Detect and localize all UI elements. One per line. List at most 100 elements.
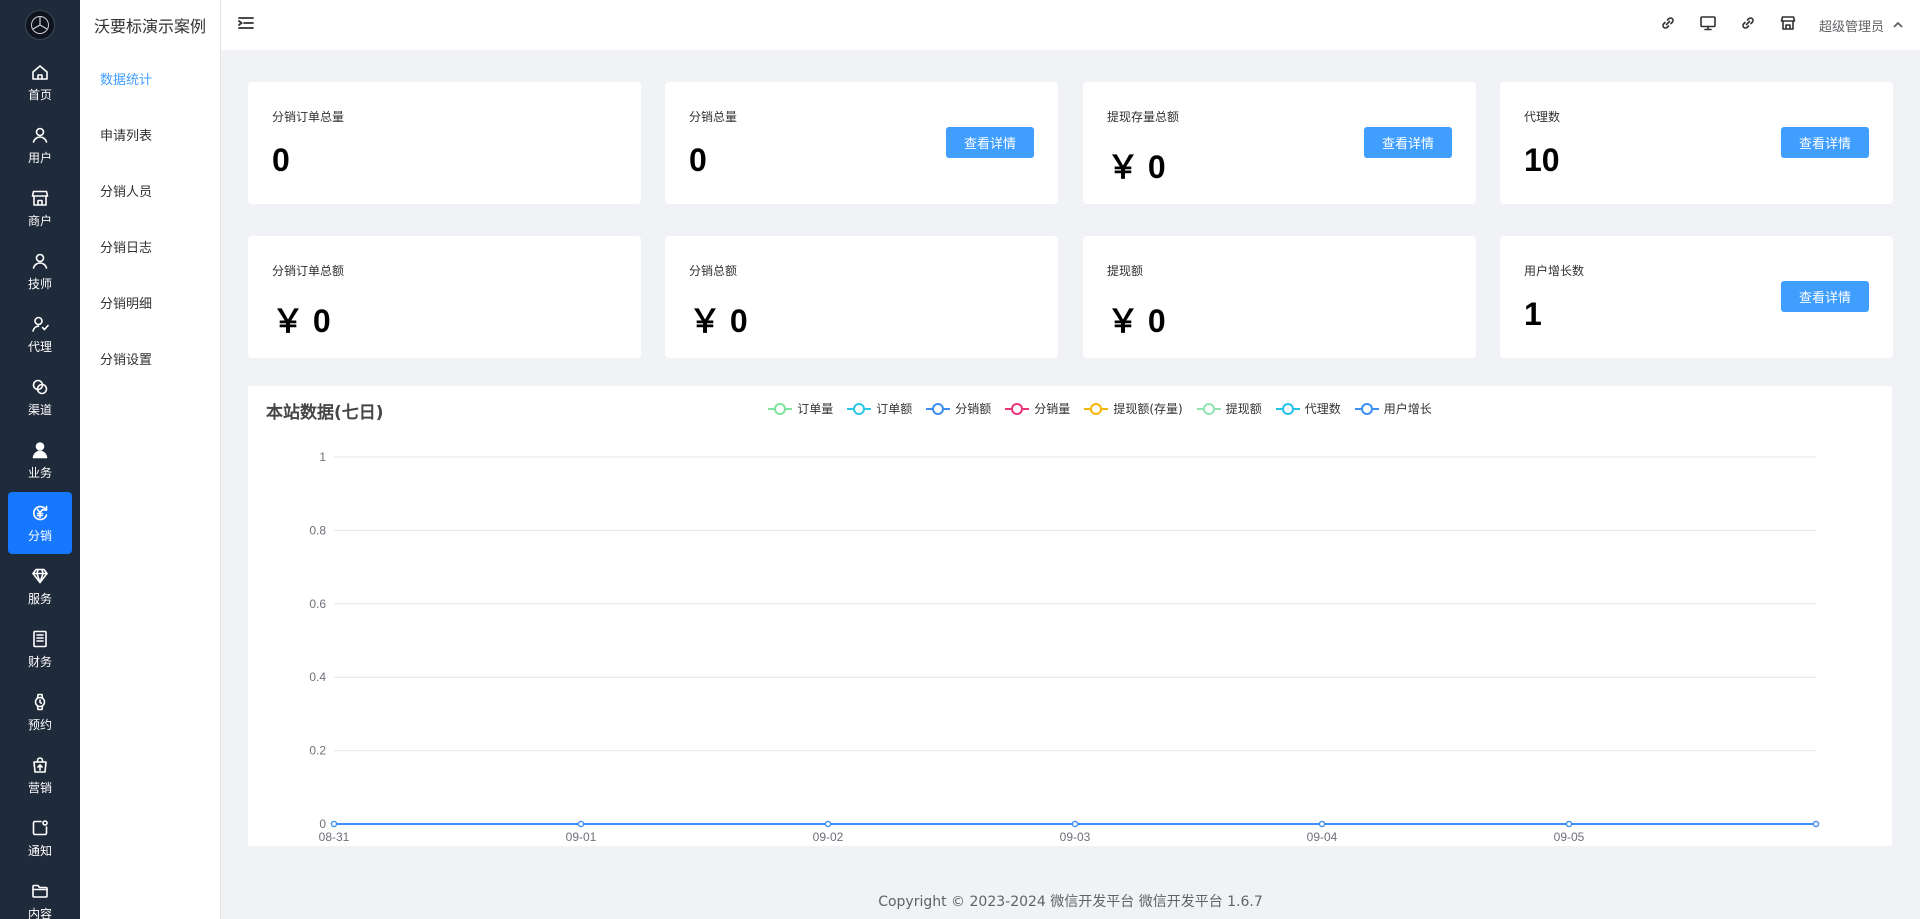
legend-label: 代理数 xyxy=(1304,402,1341,416)
link-icon xyxy=(1742,17,1754,29)
rail-item-channel[interactable]: 渠道 xyxy=(8,366,72,428)
stat-value: 0 xyxy=(272,142,290,178)
legend-marker xyxy=(1275,402,1300,415)
line-chart: 0 0.2 0.4 0.6 0.8 1 08-31 09-01 09-02 09-03 09-04 0… xyxy=(309,450,1834,846)
rail-item-label: 商户 xyxy=(27,213,52,228)
y-tick-label: 0.8 xyxy=(309,523,326,537)
rail-item-label: 营销 xyxy=(27,780,52,795)
yen-cycle-icon xyxy=(33,505,48,520)
stat-card: 分销总量 0 查看详情 xyxy=(665,82,1058,204)
legend-label: 订单额 xyxy=(876,402,913,416)
person-filled-icon xyxy=(32,441,48,458)
data-point xyxy=(824,820,832,828)
stat-card: 分销订单总量 0 xyxy=(248,82,641,204)
submenu-item[interactable]: 分销人员 xyxy=(80,162,220,218)
submenu-item[interactable]: 分销日志 xyxy=(80,218,220,274)
stat-card: 提现存量总额 ￥ 0 查看详情 xyxy=(1083,82,1476,204)
legend-label: 提现额 xyxy=(1225,402,1262,416)
view-details-button[interactable]: 查看详情 xyxy=(1781,281,1869,312)
rail-item-booking[interactable]: 预约 xyxy=(8,681,72,743)
rail-item-notice[interactable]: 通知 xyxy=(8,807,72,869)
legend-item[interactable]: 用户增长 xyxy=(1354,400,1432,417)
view-details-button[interactable]: 查看详情 xyxy=(1781,127,1869,158)
legend-label: 分销量 xyxy=(1034,402,1071,416)
stat-label: 分销订单总量 xyxy=(272,110,345,124)
rail-item-label: 业务 xyxy=(27,465,52,480)
rail-item-distribution[interactable]: 分销 xyxy=(8,492,72,554)
collapse-menu-button[interactable] xyxy=(237,14,255,36)
store-icon xyxy=(1780,16,1796,30)
app-title: 沃要标演示案例 xyxy=(94,17,207,36)
rail-item-label: 通知 xyxy=(27,843,52,858)
legend-item[interactable]: 分销量 xyxy=(1005,400,1070,417)
x-tick-label: 09-01 xyxy=(566,830,597,844)
rail-item-content[interactable]: 内容 xyxy=(8,870,72,919)
rail-item-label: 预约 xyxy=(27,717,52,732)
submenu-item[interactable]: 分销明细 xyxy=(80,274,220,330)
legend-marker xyxy=(847,402,872,415)
rail-item-marketing[interactable]: 营销 xyxy=(8,744,72,806)
rail-item-business[interactable]: 业务 xyxy=(8,429,72,491)
data-point xyxy=(1565,820,1573,828)
ledger-icon xyxy=(33,630,47,647)
submenu-item[interactable]: 分销设置 xyxy=(80,330,220,386)
rail-item-finance[interactable]: 财务 xyxy=(8,618,72,680)
stat-label: 提现额 xyxy=(1107,264,1144,278)
stat-card: 用户增长数 1 查看详情 xyxy=(1500,236,1893,358)
x-tick-label: 09-04 xyxy=(1307,830,1338,844)
rail-item-user[interactable]: 用户 xyxy=(8,114,72,176)
y-tick-label: 0.2 xyxy=(309,744,326,758)
rail-item-agent[interactable]: 代理 xyxy=(8,303,72,365)
y-tick-label: 0.4 xyxy=(309,670,326,684)
legend-item[interactable]: 分销额 xyxy=(926,400,991,417)
chart-legend: 订单量 订单额 分销额 分销量 提现额(存量) 提现额 代理数 用户增长 xyxy=(248,400,1892,417)
store-icon xyxy=(31,190,49,206)
chevron-up-icon xyxy=(1893,21,1903,28)
submenu-item[interactable]: 数据统计 xyxy=(80,50,220,106)
legend-marker xyxy=(1196,402,1221,415)
user-menu[interactable]: 超级管理员 xyxy=(1819,16,1904,35)
rail-item-technician[interactable]: 技师 xyxy=(8,240,72,302)
legend-marker xyxy=(768,402,793,415)
view-details-button[interactable]: 查看详情 xyxy=(1364,127,1452,158)
legend-marker xyxy=(1005,402,1030,415)
y-tick-label: 1 xyxy=(319,450,326,464)
stat-value: ￥ 0 xyxy=(272,303,331,339)
stat-label: 用户增长数 xyxy=(1524,264,1585,278)
folder-icon xyxy=(32,884,48,898)
rail-item-home[interactable]: 首页 xyxy=(8,51,72,113)
legend-item[interactable]: 订单额 xyxy=(847,400,912,417)
legend-item[interactable]: 订单量 xyxy=(768,400,833,417)
submenu-item[interactable]: 申请列表 xyxy=(80,106,220,162)
rail-item-service[interactable]: 服务 xyxy=(8,555,72,617)
link-circles-icon xyxy=(32,379,48,394)
stat-card: 分销订单总额 ￥ 0 xyxy=(248,236,641,358)
x-tick-label: 09-03 xyxy=(1060,830,1091,844)
stat-card: 分销总额 ￥ 0 xyxy=(665,236,1058,358)
diamond-icon xyxy=(32,568,48,583)
view-details-button[interactable]: 查看详情 xyxy=(946,127,1034,158)
legend-marker xyxy=(1354,402,1379,415)
stat-label: 分销总量 xyxy=(689,110,738,124)
logo[interactable] xyxy=(0,0,80,50)
user-name: 超级管理员 xyxy=(1818,19,1884,35)
monitor-icon xyxy=(1700,16,1716,31)
rail-item-merchant[interactable]: 商户 xyxy=(8,177,72,239)
legend-item[interactable]: 代理数 xyxy=(1275,400,1341,417)
legend-item[interactable]: 提现额(存量) xyxy=(1084,400,1183,417)
screen-button[interactable] xyxy=(1699,14,1717,36)
legend-item[interactable]: 提现额 xyxy=(1196,400,1262,417)
data-point xyxy=(1071,820,1079,828)
stat-card: 代理数 10 查看详情 xyxy=(1500,82,1893,204)
x-tick-label: 08-31 xyxy=(319,830,350,844)
user-icon xyxy=(32,127,48,143)
data-point xyxy=(577,820,585,828)
menu-fold-icon xyxy=(238,17,254,29)
store-button[interactable] xyxy=(1779,14,1797,36)
person-icon xyxy=(32,253,48,269)
link-button[interactable] xyxy=(1659,14,1677,36)
stat-value: 0 xyxy=(689,142,707,178)
rail-item-label: 财务 xyxy=(27,654,52,669)
rail-item-label: 技师 xyxy=(27,276,52,291)
link-button-2[interactable] xyxy=(1739,14,1757,36)
